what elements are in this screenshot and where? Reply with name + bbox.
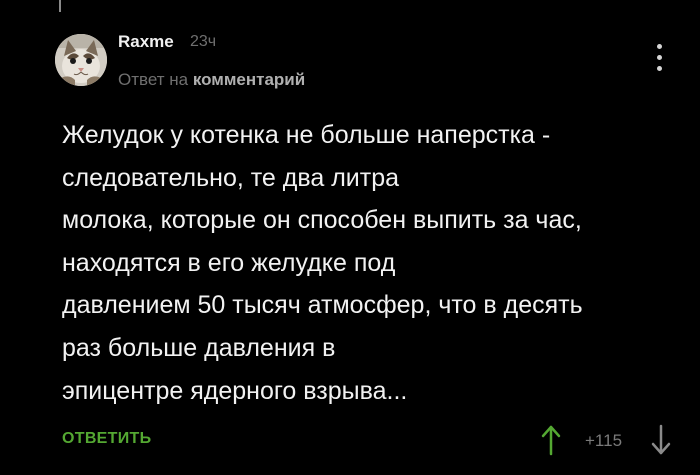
comment-text: Желудок у котенка не больше наперстка - … — [62, 114, 682, 412]
thread-line — [59, 0, 61, 12]
rating-count: +115 — [585, 431, 623, 450]
comment-line: молока, которые он способен выпить за ча… — [62, 206, 582, 235]
comment-time: 23ч — [190, 33, 217, 50]
reply-target-link[interactable]: комментарий — [193, 70, 305, 89]
cat-avatar-icon — [55, 34, 107, 86]
comment-line: эпицентре ядерного взрыва... — [62, 376, 408, 405]
username[interactable]: Raxme — [118, 32, 174, 52]
comment-line: раз больше давления в — [62, 333, 336, 362]
comment-line: Желудок у котенка не больше наперстка - — [62, 121, 551, 149]
arrow-up-icon[interactable] — [540, 424, 562, 456]
comment-line: находятся в его желудке под — [62, 248, 396, 277]
reply-prefix: Ответ на — [118, 70, 189, 89]
comment-line: давлением 50 тысяч атмосфер, что в десят… — [62, 291, 583, 320]
more-vertical-icon[interactable] — [651, 44, 667, 76]
reply-context: Ответ на комментарий — [118, 70, 305, 90]
reply-button[interactable]: ОТВЕТИТЬ — [62, 430, 151, 448]
arrow-down-icon[interactable] — [650, 424, 672, 456]
avatar[interactable] — [55, 34, 107, 86]
comment-line: следовательно, те два литра — [62, 163, 400, 192]
